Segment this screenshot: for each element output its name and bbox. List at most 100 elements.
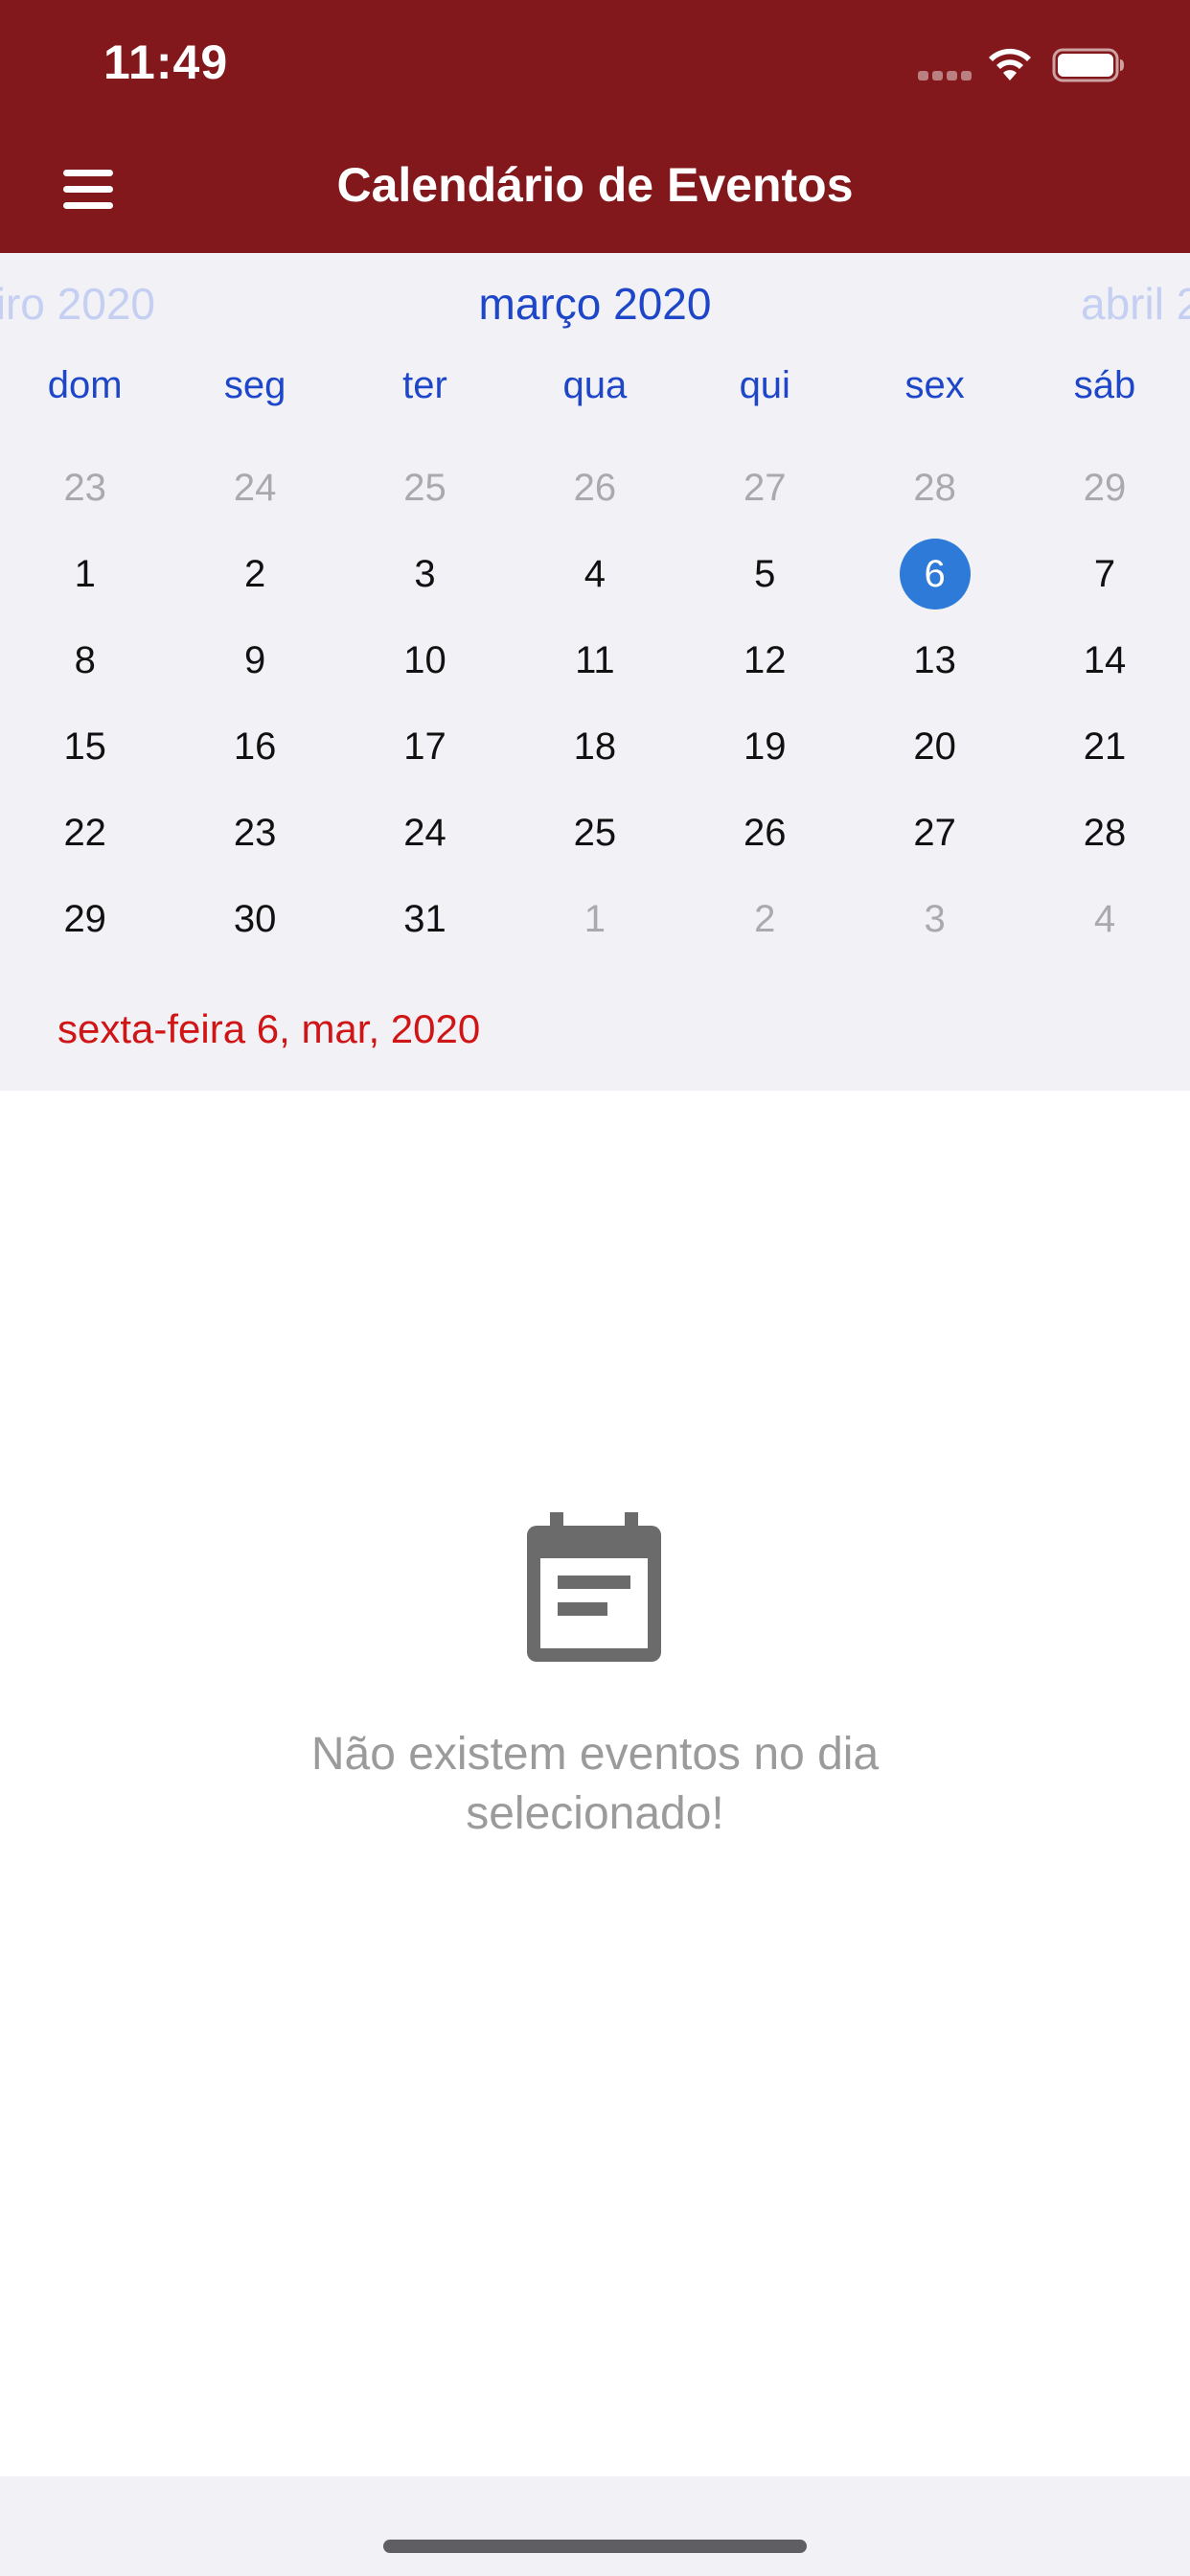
day-cell[interactable]: 4 [1019,876,1189,962]
day-cell[interactable]: 2 [680,876,850,962]
day-cell[interactable]: 25 [510,790,679,876]
day-cell[interactable]: 25 [340,445,510,531]
day-cell[interactable]: 7 [1019,531,1189,617]
day-cell[interactable]: 1 [0,531,170,617]
day-cell[interactable]: 22 [0,790,170,876]
day-number: 18 [573,724,617,768]
day-cell[interactable]: 15 [0,703,170,790]
day-cell[interactable]: 26 [510,445,679,531]
day-number: 21 [1083,724,1127,768]
day-number: 3 [924,897,946,940]
day-cell[interactable]: 28 [1019,790,1189,876]
weekday-label: sáb [1073,364,1136,406]
day-number: 23 [63,466,106,509]
day-cell[interactable]: 2 [170,531,339,617]
day-cell[interactable]: 27 [850,790,1019,876]
day-number: 17 [403,724,446,768]
weekday-label: qui [739,364,790,406]
day-cell[interactable]: 24 [170,445,339,531]
day-number: 28 [1083,811,1127,854]
day-number: 11 [575,638,615,681]
day-cell[interactable]: 29 [1019,445,1189,531]
empty-state-message: Não existem eventos no dia selecionado! [0,1725,1190,1844]
day-cell[interactable]: 9 [170,617,339,703]
day-number: 20 [913,724,956,768]
day-number: 25 [403,466,446,509]
battery-icon [1052,48,1124,82]
empty-state-line: selecionado! [466,1788,724,1839]
day-cell[interactable]: 23 [170,790,339,876]
day-cell[interactable]: 20 [850,703,1019,790]
next-month-label[interactable]: abril 2020 [1081,278,1190,330]
day-number: 26 [744,811,787,854]
day-cell[interactable]: 19 [680,703,850,790]
day-number: 14 [1083,638,1127,681]
day-number: 7 [1093,552,1116,595]
day-number: 10 [403,638,446,681]
day-number: 9 [243,638,266,681]
day-number: 1 [74,552,96,595]
current-month-label: março 2020 [478,279,712,329]
day-number: 5 [754,552,776,595]
day-number: 4 [584,552,606,595]
days-grid: 23 24 25 26 27 28 29 1 2 3 4 5 6 7 8 9 10 11 12 13 14 15 16 17 1… [0,445,1190,962]
month-switcher: fevereiro 2020 março 2020 abril 2020 [0,278,1190,345]
wifi-icon [989,48,1031,80]
day-cell[interactable]: 27 [680,445,850,531]
day-number: 26 [573,466,617,509]
day-cell[interactable]: 3 [850,876,1019,962]
day-cell[interactable]: 4 [510,531,679,617]
day-number: 27 [913,811,956,854]
day-number: 27 [744,466,787,509]
day-cell[interactable]: 21 [1019,703,1189,790]
day-cell[interactable]: 16 [170,703,339,790]
day-number: 24 [403,811,446,854]
day-cell[interactable]: 23 [0,445,170,531]
calendar-event-icon [527,1512,661,1662]
day-cell[interactable]: 14 [1019,617,1189,703]
day-cell[interactable]: 8 [0,617,170,703]
calendar: fevereiro 2020 março 2020 abril 2020 dom… [0,253,1190,1091]
weekday-label: ter [402,364,447,406]
weekday-header: dom seg ter qua qui sex sáb [0,364,1190,418]
day-number: 23 [233,811,277,854]
day-cell[interactable]: 3 [340,531,510,617]
home-indicator[interactable] [383,2540,807,2553]
day-cell[interactable]: 30 [170,876,339,962]
day-number: 19 [744,724,787,768]
day-cell[interactable]: 5 [680,531,850,617]
day-cell[interactable]: 10 [340,617,510,703]
page-title: Calendário de Eventos [336,158,854,212]
day-cell[interactable]: 17 [340,703,510,790]
day-number: 28 [913,466,956,509]
bottom-safe-area [0,2476,1190,2576]
empty-state-line: Não existem eventos no dia [310,1729,880,1780]
day-number: 8 [74,638,96,681]
weekday-label: qua [562,364,628,406]
day-number: 25 [573,811,617,854]
screen: 11:49 Calendário de Eventos fevereiro 20… [0,0,1190,2576]
day-number: 6 [924,552,946,595]
day-number: 2 [243,552,266,595]
day-number: 12 [744,638,787,681]
day-number: 15 [63,724,106,768]
day-number: 13 [913,638,956,681]
day-cell[interactable]: 12 [680,617,850,703]
day-number: 3 [414,552,436,595]
day-cell[interactable]: 11 [510,617,679,703]
app-header: 11:49 Calendário de Eventos [0,0,1190,253]
day-cell[interactable]: 31 [340,876,510,962]
day-cell[interactable]: 28 [850,445,1019,531]
day-cell[interactable]: 13 [850,617,1019,703]
day-cell-selected[interactable]: 6 [850,531,1019,617]
day-cell[interactable]: 24 [340,790,510,876]
day-cell[interactable]: 1 [510,876,679,962]
day-cell[interactable]: 26 [680,790,850,876]
day-number: 29 [1083,466,1127,509]
day-number: 30 [233,897,277,940]
day-number: 31 [403,897,446,940]
day-cell[interactable]: 18 [510,703,679,790]
day-number: 29 [63,897,106,940]
day-number: 2 [754,897,776,940]
day-cell[interactable]: 29 [0,876,170,962]
